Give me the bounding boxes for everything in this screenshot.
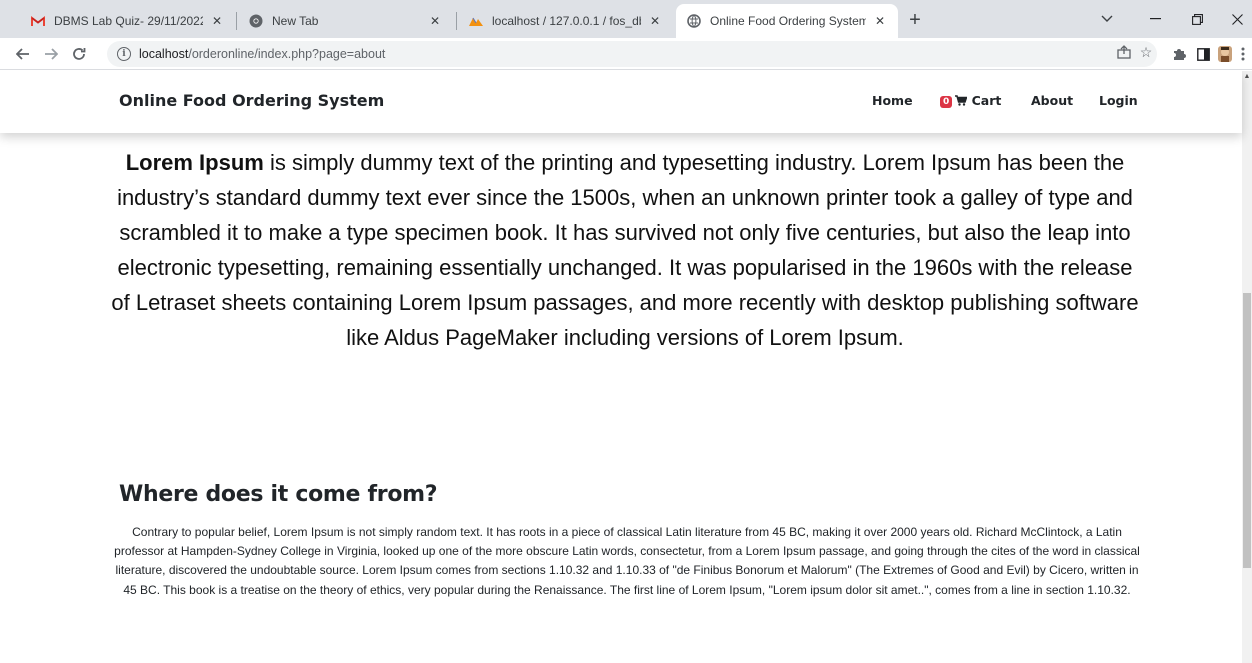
side-panel-icon[interactable] [1194, 45, 1212, 63]
scroll-up-arrow-icon[interactable]: ▲ [1243, 73, 1251, 81]
lead-bold-text: Lorem Ipsum [125, 150, 264, 175]
nav-home-link[interactable]: Home [872, 93, 913, 108]
scrollbar-thumb[interactable] [1243, 293, 1251, 568]
tab-online-food-ordering[interactable]: Online Food Ordering System ✕ [676, 4, 898, 38]
tab-title: Online Food Ordering System [710, 14, 866, 28]
cart-label: Cart [971, 93, 1002, 108]
tab-gmail[interactable]: DBMS Lab Quiz- 29/11/2022 at ✕ [20, 4, 235, 38]
tab-divider [456, 12, 457, 30]
tab-divider [236, 12, 237, 30]
tab-phpmyadmin[interactable]: localhost / 127.0.0.1 / fos_db | ph ✕ [458, 4, 673, 38]
more-menu-icon[interactable] [1238, 45, 1248, 63]
restore-icon[interactable] [1182, 6, 1212, 32]
back-arrow-icon[interactable] [12, 43, 34, 65]
tab-title: localhost / 127.0.0.1 / fos_db | ph [492, 14, 641, 28]
tab-title: New Tab [272, 14, 319, 28]
gmail-icon [30, 13, 46, 29]
close-icon[interactable]: ✕ [427, 13, 443, 29]
window-close-icon[interactable] [1222, 6, 1252, 32]
lead-body-text: is simply dummy text of the printing and… [111, 150, 1139, 350]
close-icon[interactable]: ✕ [209, 13, 225, 29]
profile-avatar[interactable] [1216, 45, 1234, 63]
page-scrollbar[interactable]: ▲ [1242, 71, 1252, 663]
share-icon[interactable] [1114, 42, 1134, 62]
phpmyadmin-icon [468, 13, 484, 29]
bookmark-star-icon[interactable]: ☆ [1136, 42, 1156, 62]
page-viewport: Online Food Ordering System Home 0 Cart … [0, 71, 1252, 663]
site-info-icon[interactable]: i [117, 47, 131, 61]
tab-title: DBMS Lab Quiz- 29/11/2022 at [54, 14, 203, 28]
minimize-icon[interactable] [1140, 6, 1170, 32]
cart-count-badge: 0 [940, 96, 953, 108]
close-icon[interactable]: ✕ [647, 13, 663, 29]
nav-about-link[interactable]: About [1031, 93, 1073, 108]
site-brand[interactable]: Online Food Ordering System [119, 91, 384, 110]
url-host: localhost [139, 47, 189, 61]
section-heading: Where does it come from? [119, 482, 438, 507]
new-tab-button[interactable]: + [904, 9, 926, 31]
nav-login-link[interactable]: Login [1099, 93, 1138, 108]
about-lead-paragraph: Lorem Ipsum is simply dummy text of the … [110, 145, 1140, 355]
tab-new-tab[interactable]: New Tab ✕ [238, 4, 453, 38]
reload-icon[interactable] [68, 43, 90, 65]
close-icon[interactable]: ✕ [872, 13, 888, 29]
extensions-puzzle-icon[interactable] [1170, 45, 1188, 63]
address-bar[interactable]: i localhost/orderonline/index.php?page=a… [107, 41, 1157, 67]
globe-icon [686, 13, 702, 29]
url-path: /orderonline/index.php?page=about [188, 47, 386, 61]
site-navbar: Online Food Ordering System Home 0 Cart … [0, 71, 1242, 133]
forward-arrow-icon[interactable] [40, 43, 62, 65]
cart-icon [955, 93, 968, 108]
browser-tabstrip: DBMS Lab Quiz- 29/11/2022 at ✕ New Tab ✕… [0, 0, 1252, 38]
tab-search-chevron-icon[interactable] [1092, 6, 1122, 32]
browser-toolbar: i localhost/orderonline/index.php?page=a… [0, 38, 1252, 70]
nav-cart-link[interactable]: 0 Cart [940, 93, 1001, 108]
section-paragraph: Contrary to popular belief, Lorem Ipsum … [114, 525, 1140, 597]
chrome-icon [248, 13, 264, 29]
